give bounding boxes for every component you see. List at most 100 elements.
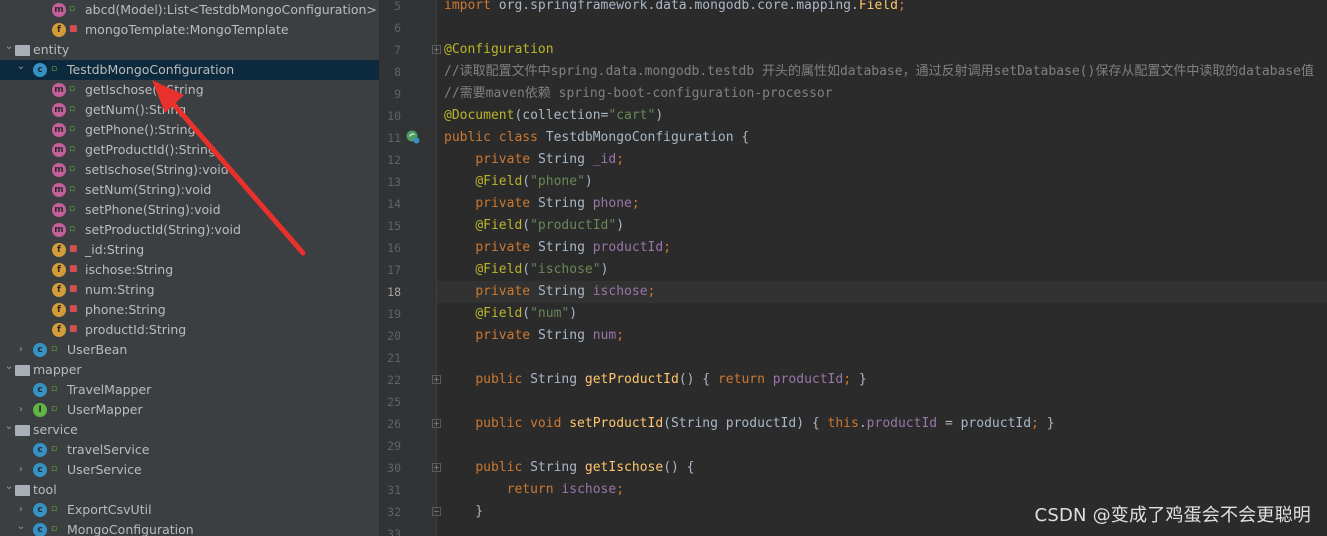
chevron-right-icon[interactable]: ›: [15, 503, 27, 517]
package-folder-icon: [15, 425, 30, 436]
tree-node-row[interactable]: › c ▫ ExportCsvUtil: [0, 500, 379, 520]
tree-node-label: ExportCsvUtil: [67, 502, 152, 517]
code-token: getProductId: [584, 372, 679, 387]
field-icon: f: [52, 263, 66, 277]
code-line[interactable]: private String _id;: [444, 149, 624, 171]
code-token: (: [522, 174, 531, 189]
tree-node-row[interactable]: ⌄ c ▫ TestdbMongoConfiguration: [0, 60, 379, 80]
code-line[interactable]: @Document(collection="cart"): [444, 105, 663, 127]
public-visibility-icon: ▫: [69, 104, 76, 114]
tree-node-label: getNum():String: [85, 102, 187, 117]
code-line[interactable]: import org.springframework.data.mongodb.…: [444, 0, 906, 17]
tree-node-row[interactable]: c ▫ travelService: [0, 440, 379, 460]
fold-marker-icon[interactable]: +: [432, 45, 441, 54]
code-token: @Field: [475, 174, 523, 189]
tree-node-row[interactable]: c ▫ TravelMapper: [0, 380, 379, 400]
tree-package-row[interactable]: ⌄ tool: [0, 480, 379, 500]
tree-node-row[interactable]: m ▫ abcd(Model):List<TestdbMongoConfigurat…: [0, 0, 379, 20]
chevron-down-icon[interactable]: ⌄: [3, 40, 15, 54]
chevron-down-icon[interactable]: ⌄: [15, 60, 27, 74]
tree-package-row[interactable]: ⌄ mapper: [0, 360, 379, 380]
package-folder-icon: [15, 45, 30, 56]
code-line[interactable]: private String num;: [444, 325, 624, 347]
code-line[interactable]: }: [444, 501, 483, 523]
method-icon: m: [52, 223, 66, 237]
code-line[interactable]: public class TestdbMongoConfiguration {: [444, 127, 749, 149]
csdn-watermark: CSDN @变成了鸡蛋会不会更聪明: [1034, 505, 1311, 526]
line-number: 16: [387, 241, 401, 255]
code-line[interactable]: public String getProductId() { return pr…: [444, 369, 866, 391]
tree-node-row[interactable]: f ■ _id:String: [0, 240, 379, 260]
field-icon: f: [52, 323, 66, 337]
chevron-down-icon[interactable]: ⌄: [15, 520, 27, 534]
class-icon: c: [33, 503, 47, 517]
chevron-down-icon[interactable]: ⌄: [3, 480, 15, 494]
code-token: (: [522, 306, 531, 321]
code-line[interactable]: return ischose;: [444, 479, 624, 501]
code-line[interactable]: public void setProductId(String productI…: [444, 413, 1054, 435]
tree-node-row[interactable]: f ■ productId:String: [0, 320, 379, 340]
code-line[interactable]: @Field("ischose"): [444, 259, 608, 281]
code-token: getIschose: [584, 460, 664, 475]
tree-node-row[interactable]: ⌄ c ▫ MongoConfiguration: [0, 520, 379, 536]
fold-marker-icon[interactable]: −: [432, 507, 441, 516]
code-line[interactable]: public String getIschose() {: [444, 457, 694, 479]
chevron-right-icon[interactable]: ›: [15, 403, 27, 417]
tree-node-row[interactable]: m ▫ setIschose(String):void: [0, 160, 379, 180]
field-icon: f: [52, 303, 66, 317]
code-line[interactable]: @Configuration: [444, 39, 554, 61]
chevron-right-icon[interactable]: ›: [15, 463, 27, 477]
field-icon: f: [52, 23, 66, 37]
fold-marker-icon[interactable]: +: [432, 375, 441, 384]
tree-node-label: setIschose(String):void: [85, 162, 229, 177]
method-icon: m: [52, 103, 66, 117]
code-token: @Document: [444, 108, 515, 123]
tree-node-row[interactable]: m ▫ setProductId(String):void: [0, 220, 379, 240]
tree-node-row[interactable]: f ■ mongoTemplate:MongoTemplate: [0, 20, 379, 40]
tree-node-row[interactable]: m ▫ getNum():String: [0, 100, 379, 120]
tree-node-row[interactable]: f ■ phone:String: [0, 300, 379, 320]
tree-node-label: UserBean: [67, 342, 128, 357]
method-icon: m: [52, 83, 66, 97]
code-line[interactable]: private String ischose;: [437, 281, 1327, 303]
code-token: "cart": [608, 108, 656, 123]
code-line[interactable]: @Field("productId"): [444, 215, 624, 237]
tree-node-row[interactable]: f ■ num:String: [0, 280, 379, 300]
code-line[interactable]: @Field("num"): [444, 303, 577, 325]
code-token: }: [444, 504, 484, 519]
chevron-right-icon[interactable]: ›: [15, 343, 27, 357]
spring-bean-icon[interactable]: [405, 129, 421, 145]
tree-node-row[interactable]: › c ▫ UserBean: [0, 340, 379, 360]
tree-node-row[interactable]: m ▫ getProductId():String: [0, 140, 379, 160]
tree-node-row[interactable]: m ▫ setPhone(String):void: [0, 200, 379, 220]
code-line[interactable]: private String productId;: [444, 237, 671, 259]
code-line[interactable]: //读取配置文件中spring.data.mongodb.testdb 开头的属…: [444, 61, 1314, 83]
code-line[interactable]: private String phone;: [444, 193, 639, 215]
tree-node-row[interactable]: › c ▫ UserService: [0, 460, 379, 480]
tree-package-row[interactable]: ⌄ service: [0, 420, 379, 440]
tree-node-row[interactable]: m ▫ getIschose():String: [0, 80, 379, 100]
code-token: import: [444, 0, 499, 13]
line-number: 7: [394, 43, 401, 57]
tree-node-row[interactable]: f ■ ischose:String: [0, 260, 379, 280]
tree-node-row[interactable]: m ▫ getPhone():String: [0, 120, 379, 140]
code-line[interactable]: @Field("phone"): [444, 171, 592, 193]
chevron-down-icon[interactable]: ⌄: [3, 420, 15, 434]
tree-node-row[interactable]: m ▫ setNum(String):void: [0, 180, 379, 200]
line-number: 22: [387, 373, 401, 387]
fold-marker-icon[interactable]: +: [432, 419, 441, 428]
code-token: @Configuration: [444, 42, 554, 57]
line-number: 6: [394, 21, 401, 35]
fold-marker-icon[interactable]: +: [432, 463, 441, 472]
chevron-down-icon[interactable]: ⌄: [3, 360, 15, 374]
line-number: 10: [387, 109, 401, 123]
tree-node-label: TestdbMongoConfiguration: [67, 62, 235, 77]
code-line[interactable]: //需要maven依赖 spring-boot-configuration-pr…: [444, 83, 833, 105]
tree-package-row[interactable]: ⌄ entity: [0, 40, 379, 60]
tree-node-row[interactable]: › I ▫ UserMapper: [0, 400, 379, 420]
code-editor[interactable]: 5 6 7 8 9 10 11 12 13 14 15 16 17 18 19 20 21 22 25 26 29 30 3…: [379, 0, 1327, 536]
public-visibility-icon: ▫: [51, 384, 58, 394]
